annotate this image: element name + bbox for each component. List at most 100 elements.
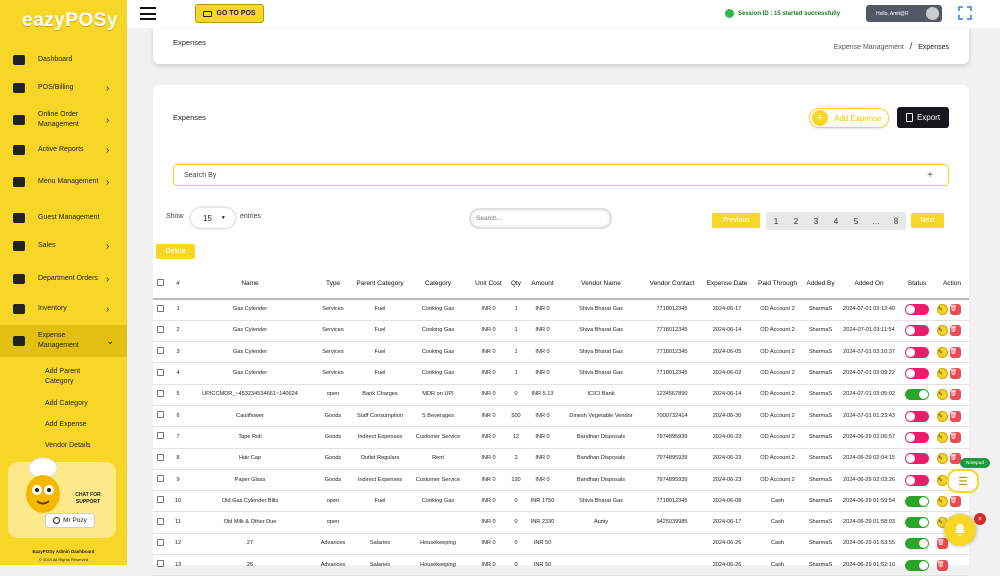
sidebar-subitem[interactable]: Add Category [45,399,105,409]
export-button[interactable]: Export [897,107,949,128]
delete-icon[interactable]: 🗑 [949,453,961,465]
row-checkbox-cell [153,533,167,556]
delete-icon[interactable]: 🗑 [949,346,961,358]
go-to-pos-button[interactable]: GO TO POS [195,4,264,23]
page-button[interactable]: 3 [806,212,826,230]
delete-icon[interactable]: 🗑 [949,410,961,422]
delete-button[interactable]: Delete [156,244,195,259]
status-toggle[interactable] [905,325,929,337]
menu-list-icon [12,175,26,189]
sidebar-item-active-reports[interactable]: Active Reports › [0,134,127,166]
fullscreen-icon[interactable] [958,6,972,20]
sidebar-item-department-orders[interactable]: Department Orders › [0,263,127,295]
cell-on: 2024-06-29 02:04:15 [839,448,899,470]
row-checkbox[interactable] [156,475,164,483]
user-menu[interactable]: Hello, Amit@R [866,5,942,22]
status-toggle[interactable] [905,559,929,571]
row-checkbox[interactable] [156,517,164,525]
chevron-right-icon: › [106,144,110,156]
session-text: Session ID : 15 started successfully [738,10,841,17]
status-toggle[interactable] [905,474,929,486]
page-button[interactable]: 8 [886,212,906,230]
breadcrumb-card: Expenses Expense Management / Expenses [153,28,969,64]
support-widget[interactable]: CHAT FOR SUPPORT Mr Pozy [8,457,116,538]
next-page-button[interactable]: Next [911,213,944,228]
expand-plus-icon: + [927,169,933,181]
sidebar-item-online-order-management[interactable]: Online Order Management › [0,104,127,136]
cell-paid: Cash [753,490,802,513]
sidebar-subitem[interactable]: Add Parent Category [45,367,105,387]
status-toggle[interactable] [905,517,929,529]
status-toggle[interactable] [905,389,929,401]
cell-vendor: Shiva Bharat Gas [559,490,643,513]
page-button[interactable]: 4 [826,212,846,230]
sidebar-item-inventory[interactable]: Inventory › [0,293,127,325]
row-checkbox-cell [153,448,167,470]
edit-icon[interactable]: ✎ [937,410,948,422]
cell-type: Goods [311,405,355,428]
page-button[interactable]: … [866,212,886,230]
column-header: Paid Through [753,269,802,300]
status-toggle[interactable] [905,538,929,550]
row-checkbox[interactable] [156,368,164,376]
add-expense-button[interactable]: + Add Expense [809,108,889,128]
edit-icon[interactable]: ✎ [937,368,948,380]
cell-unit: INR 0 [471,469,506,492]
table-search-input[interactable] [469,208,612,229]
row-checkbox[interactable] [156,496,164,504]
search-by-toggle[interactable]: Search By + [173,164,949,186]
row-checkbox[interactable] [156,389,164,397]
status-toggle[interactable] [905,368,929,380]
row-checkbox[interactable] [156,560,164,568]
edit-icon[interactable]: ✎ [937,346,948,358]
edit-icon[interactable]: ✎ [937,495,948,507]
status-toggle[interactable] [905,304,929,316]
row-checkbox[interactable] [156,347,164,355]
sidebar-subitem[interactable]: Vendor Details [45,441,105,451]
row-checkbox[interactable] [156,325,164,333]
edit-icon[interactable]: ✎ [937,325,948,337]
delete-icon[interactable]: 🗑 [949,304,961,316]
previous-page-button[interactable]: Previous [712,213,760,228]
edit-icon[interactable]: ✎ [937,304,948,316]
status-toggle[interactable] [905,495,929,507]
notifications-button[interactable] [944,514,976,546]
page-button[interactable]: 5 [846,212,866,230]
sidebar-item-menu-management[interactable]: Menu Management › [0,166,127,198]
cell-paid: OD Account 2 [753,320,802,343]
delete-icon[interactable]: 🗑 [937,559,948,571]
page-button[interactable]: 1 [766,212,786,230]
row-checkbox[interactable] [156,538,164,546]
row-checkbox[interactable] [156,411,164,419]
select-all-checkbox[interactable] [156,278,164,286]
delete-icon[interactable]: 🗑 [937,538,948,550]
status-toggle[interactable] [905,346,929,358]
delete-icon[interactable]: 🗑 [949,431,961,443]
sidebar-item-pos-billing[interactable]: POS/Billing › [0,72,127,104]
page-size-select[interactable]: 15 ▼ [191,208,235,228]
cell-amount: INR 0 [526,469,559,492]
close-notification-icon[interactable]: × [974,513,986,525]
delete-icon[interactable]: 🗑 [949,325,961,337]
page-button[interactable]: 2 [786,212,806,230]
status-toggle[interactable] [905,431,929,443]
row-checkbox[interactable] [156,304,164,312]
hamburger-menu-icon[interactable] [140,7,156,20]
breadcrumb-parent[interactable]: Expense Management [834,44,904,51]
edit-icon[interactable]: ✎ [937,431,948,443]
row-checkbox[interactable] [156,453,164,461]
delete-icon[interactable]: 🗑 [949,495,961,507]
delivery-scooter-icon [12,113,26,127]
edit-icon[interactable]: ✎ [937,453,948,465]
delete-icon[interactable]: 🗑 [949,368,961,380]
status-toggle[interactable] [905,453,929,465]
edit-icon[interactable]: ✎ [937,389,948,401]
status-toggle[interactable] [905,410,929,422]
notepad-button[interactable]: ☰ [947,469,979,493]
row-checkbox[interactable] [156,432,164,440]
mr-pozy-button[interactable]: Mr Pozy [45,513,95,528]
sidebar-item-sales[interactable]: Sales › [0,230,127,262]
delete-icon[interactable]: 🗑 [949,389,961,401]
sidebar-item-expense-management[interactable]: Expense Management ⌄ [0,325,127,357]
sidebar-subitem[interactable]: Add Expense [45,420,105,430]
